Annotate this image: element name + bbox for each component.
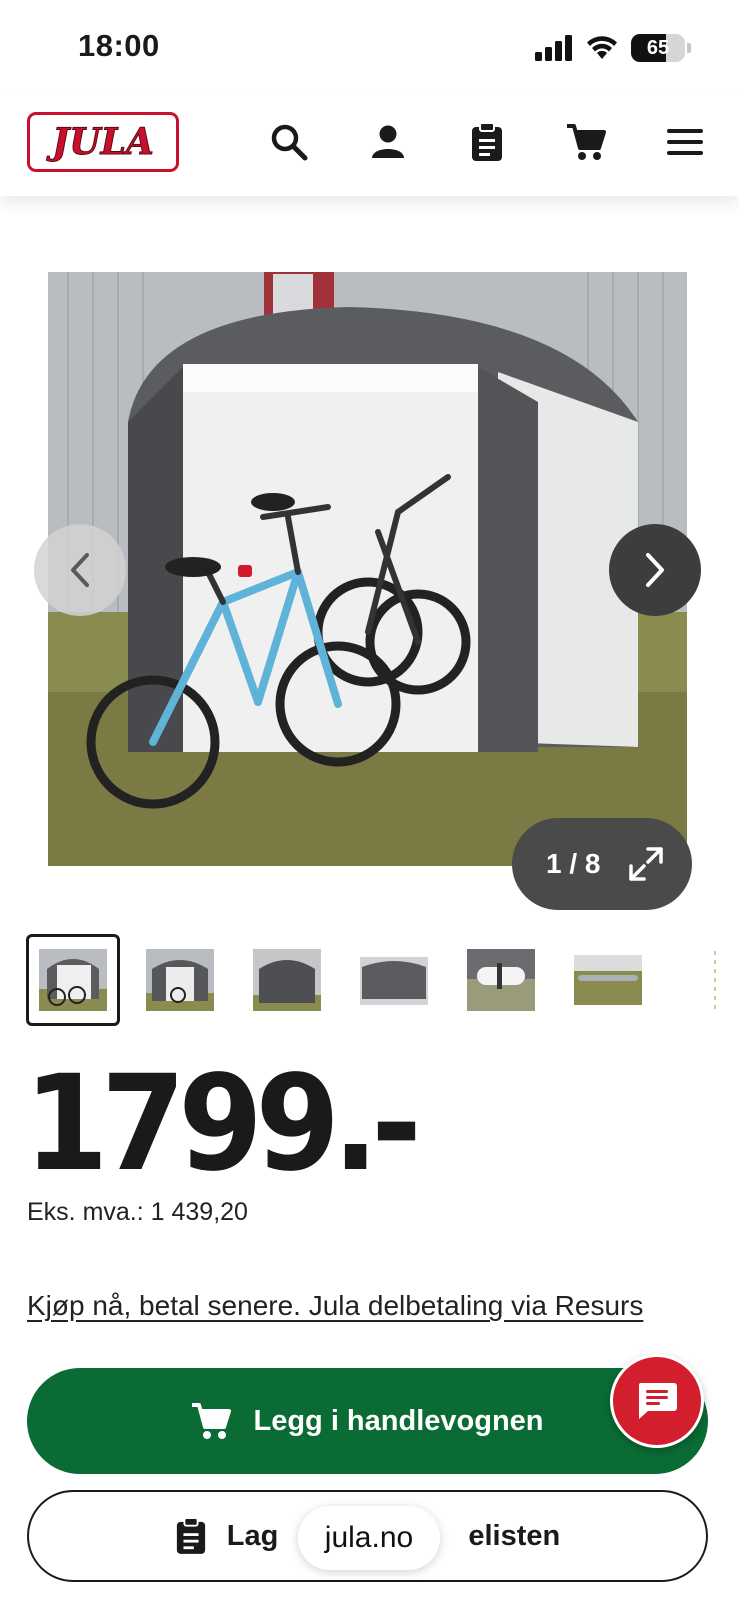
add-to-cart-button[interactable]: Legg i handlevognen [27,1368,708,1474]
battery-level: 65 [646,37,670,59]
image-counter-text: 1 / 8 [546,848,601,879]
financing-link[interactable]: Kjøp nå, betal senere. Jula delbetaling … [27,1290,643,1322]
jula-logo[interactable]: JULA [27,112,179,172]
status-time: 18:00 [78,28,160,63]
thumbnail-1[interactable] [26,934,120,1026]
thumbnail-strip [26,934,716,1026]
status-icons: 65 [535,34,691,62]
chevron-left-icon [71,553,89,587]
wifi-icon [587,36,617,59]
cart-icon [192,1403,232,1439]
add-to-list-label-end: elisten [468,1519,561,1552]
shopping-list-icon [176,1517,205,1554]
battery-tip [687,43,691,53]
thumbnail-7[interactable] [668,934,716,1026]
thumbnail-2[interactable] [133,934,227,1026]
thumbnail-5[interactable] [454,934,548,1026]
price-ex-vat: Eks. mva.: 1 439,20 [27,1198,248,1226]
product-price: 1799.- [24,1047,422,1201]
thumbnail-3[interactable] [240,934,334,1026]
image-counter[interactable]: 1 / 8 [512,818,692,910]
next-image-button[interactable] [609,524,701,616]
thumbnail-6[interactable] [561,934,655,1026]
site-header: JULA [0,96,739,196]
chat-button[interactable] [610,1354,704,1448]
add-to-cart-label: Legg i handlevognen [253,1404,544,1437]
cart-icon[interactable] [562,118,610,166]
fullscreen-icon[interactable] [628,846,664,882]
add-to-list-label-start: Lag [226,1519,279,1552]
account-icon[interactable] [364,118,412,166]
cellular-signal-icon [535,35,572,61]
status-bar: 18:00 65 [0,0,739,96]
menu-icon[interactable] [661,118,709,166]
shopping-list-icon[interactable] [463,118,511,166]
logo-text: JULA [52,121,155,164]
battery-icon: 65 [631,34,685,62]
product-image[interactable] [48,272,687,866]
thumbnail-4[interactable] [347,934,441,1026]
previous-image-button[interactable] [34,524,126,616]
chevron-right-icon [646,553,664,587]
search-icon[interactable] [265,118,313,166]
browser-url-bar[interactable]: jula.no [298,1506,440,1570]
chat-icon [638,1383,677,1419]
